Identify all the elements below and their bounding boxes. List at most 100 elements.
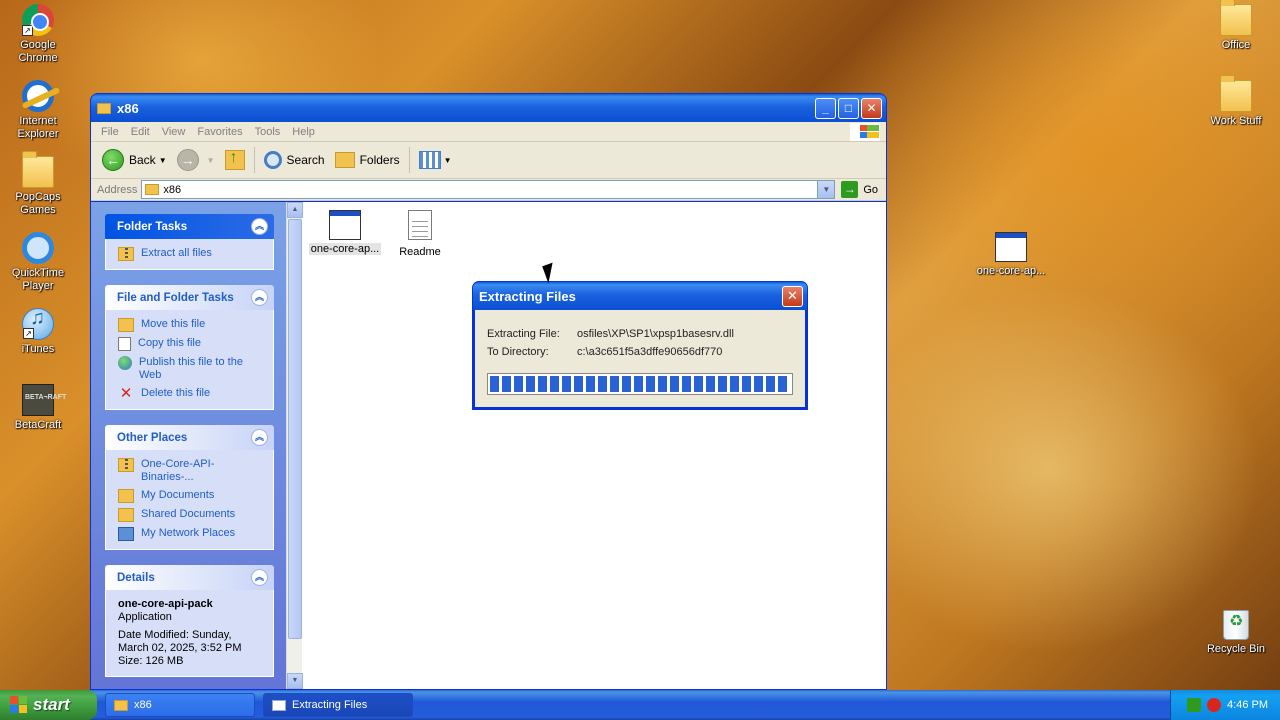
views-icon [418,151,441,169]
to-directory-label: To Directory: [487,346,549,358]
menu-help[interactable]: Help [286,126,321,138]
chevron-down-icon[interactable]: ▼ [444,156,452,165]
start-button[interactable]: start [0,690,97,720]
details-date-modified: Date Modified: Sunday, March 02, 2025, 3… [118,629,242,654]
desktop-icon-chrome[interactable]: ↗ Google Chrome [0,4,76,65]
taskbar-item-extracting-files[interactable]: Extracting Files [263,693,413,717]
task-label: Move this file [141,318,206,330]
chevron-up-icon[interactable]: ︽ [251,289,268,306]
task-label: Extracting Files [292,699,368,711]
up-folder-icon [224,149,245,170]
desktop-icon-quicktime[interactable]: QuickTime Player [0,232,76,293]
desktop-icon-label: PopCaps Games [15,191,61,216]
file-label: Readme [399,246,441,258]
extracting-file-value: osfiles\XP\SP1\xpsp1basesrv.dll [577,328,734,340]
back-button[interactable]: ← Back ▼ [97,145,172,175]
panel-title: Folder Tasks [117,220,188,233]
desktop-icon-recycle-bin[interactable]: Recycle Bin [1198,610,1274,656]
details-header[interactable]: Details ︽ [105,565,274,590]
menu-tools[interactable]: Tools [249,126,287,138]
maximize-button[interactable]: □ [838,97,859,119]
details-file-type: Application [118,611,172,623]
windows-logo-icon [850,122,880,141]
chrome-icon: ↗ [22,4,54,36]
back-arrow-icon: ← [102,149,124,171]
go-button[interactable]: → Go [835,181,886,198]
place-shared-documents[interactable]: Shared Documents [118,508,263,522]
security-shield-icon[interactable] [1207,698,1222,712]
desktop-icon-popcaps-games[interactable]: PopCaps Games [0,151,76,217]
network-icon [118,527,134,541]
views-button[interactable]: ▼ [414,145,457,175]
place-my-documents[interactable]: My Documents [118,489,263,503]
file-folder-tasks-header[interactable]: File and Folder Tasks ︽ [105,285,274,310]
windows-logo-icon [10,696,28,714]
panel-title: Other Places [117,431,188,444]
scroll-up-icon[interactable]: ▲ [287,202,303,218]
delete-icon: ✕ [119,385,133,402]
menu-view[interactable]: View [156,126,192,138]
internet-explorer-icon [22,80,54,112]
file-folder-tasks-panel: File and Folder Tasks ︽ Move this file C… [105,285,274,410]
folders-button[interactable]: Folders [330,145,405,175]
dialog-titlebar[interactable]: Extracting Files ✕ [473,282,807,310]
close-button[interactable]: ✕ [861,97,882,119]
desktop-icon-work-stuff[interactable]: Work Stuff [1198,75,1274,128]
quicktime-icon [22,232,54,264]
desktop-icon-label: Recycle Bin [1206,643,1266,655]
scroll-down-icon[interactable]: ▼ [287,673,303,689]
extract-all-files-link[interactable]: Extract all files [118,247,263,261]
up-folder-button[interactable] [220,145,250,175]
place-my-network-places[interactable]: My Network Places [118,527,263,541]
search-button[interactable]: Search [259,145,330,175]
delete-file-link[interactable]: ✕ Delete this file [118,385,263,402]
minimize-button[interactable]: _ [815,97,836,119]
folder-icon [22,151,54,188]
other-places-header[interactable]: Other Places ︽ [105,425,274,450]
network-tray-icon[interactable] [1187,698,1202,712]
desktop-icon-one-core-api[interactable]: one-core-ap... [973,232,1049,278]
dialog-close-button[interactable]: ✕ [782,285,803,307]
chevron-down-icon[interactable]: ▼ [207,156,215,165]
address-input[interactable]: x86 ▼ [141,180,836,199]
publish-file-link[interactable]: Publish this file to the Web [118,356,263,382]
chevron-up-icon[interactable]: ︽ [251,569,268,586]
address-bar: Address x86 ▼ → Go [91,179,886,201]
explorer-titlebar[interactable]: x86 _ □ ✕ [91,94,886,122]
forward-arrow-icon: → [176,149,199,171]
place-label: One-Core-API-Binaries-... [141,458,215,483]
menu-edit[interactable]: Edit [125,126,156,138]
details-file-name: one-core-api-pack [118,598,213,610]
search-label: Search [286,153,325,167]
desktop-icon-internet-explorer[interactable]: Internet Explorer [0,80,76,141]
go-arrow-icon: → [841,181,859,198]
file-item-readme[interactable]: Readme [382,210,458,258]
chevron-up-icon[interactable]: ︽ [251,429,268,446]
task-pane-scrollbar[interactable]: ▲ ▼ [286,202,303,689]
forward-button[interactable]: → ▼ [172,145,220,175]
move-file-link[interactable]: Move this file [118,318,263,332]
details-panel: Details ︽ one-core-api-pack Application … [105,565,274,677]
place-one-core-api-binaries[interactable]: One-Core-API-Binaries-... [118,458,263,484]
menu-bar: File Edit View Favorites Tools Help [91,122,886,142]
file-item-one-core-api[interactable]: one-core-ap... [307,210,383,255]
clock[interactable]: 4:46 PM [1227,699,1268,711]
search-icon [263,151,282,169]
chevron-down-icon[interactable]: ▼ [817,181,835,198]
folder-tasks-header[interactable]: Folder Tasks ︽ [105,214,274,239]
chevron-up-icon[interactable]: ︽ [251,218,268,235]
other-places-panel: Other Places ︽ One-Core-API-Binaries-...… [105,425,274,550]
task-label: Publish this file to the Web [139,356,243,381]
desktop-icon-itunes[interactable]: ↗ iTunes [0,308,76,356]
copy-icon [118,337,131,351]
copy-file-link[interactable]: Copy this file [118,337,263,351]
extraction-progress-bar [487,373,793,395]
desktop-icon-office[interactable]: Office [1198,0,1274,52]
chevron-down-icon[interactable]: ▼ [159,156,167,165]
taskbar-item-x86[interactable]: x86 [105,693,255,717]
system-tray: 4:46 PM [1170,690,1280,720]
menu-favorites[interactable]: Favorites [191,126,248,138]
desktop-icon-betacraft[interactable]: BetaCraft [0,384,76,432]
menu-file[interactable]: File [95,126,125,138]
scroll-thumb[interactable] [288,219,302,639]
